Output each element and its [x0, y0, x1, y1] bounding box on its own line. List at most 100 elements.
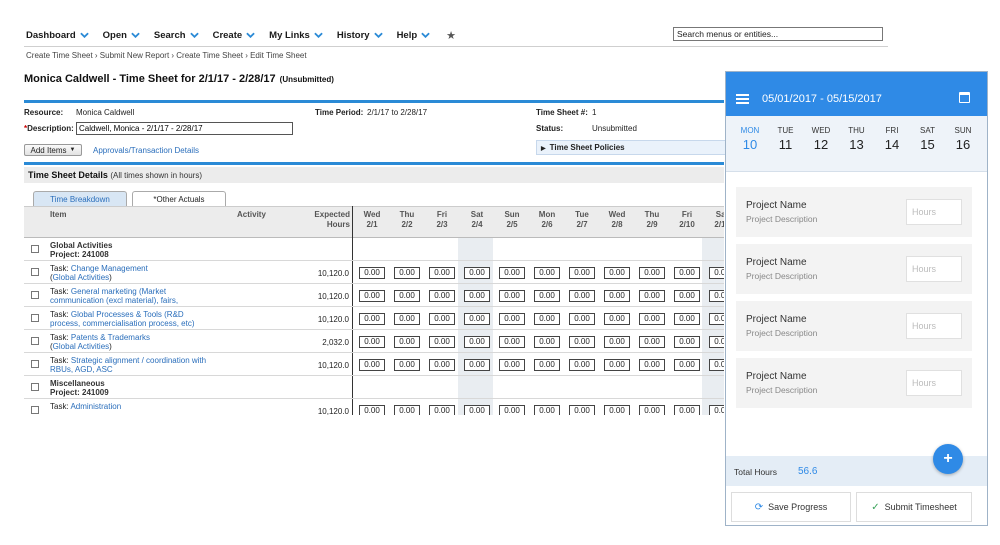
day-thu[interactable]: THU 13 — [840, 126, 874, 152]
favorite-star-icon[interactable]: ★ — [446, 29, 456, 42]
hours-input[interactable]: 0.00 — [359, 313, 385, 325]
row-checkbox[interactable] — [31, 314, 39, 322]
hours-input[interactable]: 0.00 — [359, 359, 385, 371]
hours-input[interactable]: 0.00 — [569, 313, 595, 325]
hours-input[interactable]: 0.00 — [639, 290, 665, 302]
hours-input[interactable]: 0.00 — [709, 313, 724, 325]
project-card[interactable]: Project Name Project Description Hours — [736, 244, 972, 294]
hours-input[interactable]: 0.00 — [429, 290, 455, 302]
hours-input[interactable]: 0.00 — [709, 359, 724, 371]
task-link[interactable]: Strategic alignment / coordination with … — [50, 356, 206, 374]
hours-field[interactable]: Hours — [906, 313, 962, 339]
row-checkbox[interactable] — [31, 406, 39, 414]
hours-input[interactable]: 0.00 — [499, 359, 525, 371]
row-checkbox[interactable] — [31, 337, 39, 345]
task-link[interactable]: General marketing (Market communication … — [50, 287, 178, 305]
hours-input[interactable]: 0.00 — [534, 290, 560, 302]
hours-input[interactable]: 0.00 — [534, 405, 560, 415]
hours-input[interactable]: 0.00 — [709, 290, 724, 302]
activity-link[interactable]: Global Activities — [53, 273, 109, 282]
hours-input[interactable]: 0.00 — [674, 290, 700, 302]
day-tue[interactable]: TUE 11 — [769, 126, 803, 152]
tab-time-breakdown[interactable]: Time Breakdown — [33, 191, 127, 206]
hours-input[interactable]: 0.00 — [429, 267, 455, 279]
hours-input[interactable]: 0.00 — [359, 290, 385, 302]
hours-input[interactable]: 0.00 — [674, 359, 700, 371]
row-checkbox[interactable] — [31, 291, 39, 299]
hours-input[interactable]: 0.00 — [569, 267, 595, 279]
hours-input[interactable]: 0.00 — [604, 267, 630, 279]
hours-input[interactable]: 0.00 — [394, 405, 420, 415]
hours-input[interactable]: 0.00 — [394, 290, 420, 302]
hours-input[interactable]: 0.00 — [499, 267, 525, 279]
hours-input[interactable]: 0.00 — [534, 359, 560, 371]
task-link[interactable]: Administration — [70, 402, 121, 411]
hours-input[interactable]: 0.00 — [534, 313, 560, 325]
nav-open[interactable]: Open — [103, 30, 140, 41]
hours-input[interactable]: 0.00 — [709, 267, 724, 279]
hours-input[interactable]: 0.00 — [359, 405, 385, 415]
hamburger-menu-icon[interactable] — [736, 94, 749, 104]
hours-input[interactable]: 0.00 — [604, 336, 630, 348]
hours-input[interactable]: 0.00 — [534, 267, 560, 279]
hours-input[interactable]: 0.00 — [359, 336, 385, 348]
hours-input[interactable]: 0.00 — [394, 359, 420, 371]
row-checkbox[interactable] — [31, 268, 39, 276]
time-sheet-policies-toggle[interactable]: ▶ Time Sheet Policies — [536, 140, 726, 155]
hours-input[interactable]: 0.00 — [429, 313, 455, 325]
hours-input[interactable]: 0.00 — [569, 336, 595, 348]
hours-input[interactable]: 0.00 — [429, 359, 455, 371]
hours-input[interactable]: 0.00 — [674, 313, 700, 325]
hours-input[interactable]: 0.00 — [499, 336, 525, 348]
add-entry-button[interactable]: + — [933, 444, 963, 474]
hours-input[interactable]: 0.00 — [569, 290, 595, 302]
hours-input[interactable]: 0.00 — [429, 405, 455, 415]
hours-field[interactable]: Hours — [906, 199, 962, 225]
hours-input[interactable]: 0.00 — [394, 336, 420, 348]
hours-input[interactable]: 0.00 — [709, 405, 724, 415]
calendar-icon[interactable] — [959, 92, 970, 103]
hours-input[interactable]: 0.00 — [534, 336, 560, 348]
nav-dashboard[interactable]: Dashboard — [26, 30, 89, 41]
task-link[interactable]: Global Processes & Tools (R&D process, c… — [50, 310, 195, 328]
project-card[interactable]: Project Name Project Description Hours — [736, 358, 972, 408]
hours-input[interactable]: 0.00 — [639, 267, 665, 279]
hours-input[interactable]: 0.00 — [464, 359, 490, 371]
approvals-link[interactable]: Approvals/Transaction Details — [93, 146, 199, 155]
hours-input[interactable]: 0.00 — [464, 290, 490, 302]
hours-input[interactable]: 0.00 — [674, 405, 700, 415]
hours-field[interactable]: Hours — [906, 256, 962, 282]
nav-create[interactable]: Create — [213, 30, 256, 41]
task-link[interactable]: Patents & Trademarks — [71, 333, 150, 342]
hours-input[interactable]: 0.00 — [674, 336, 700, 348]
nav-search[interactable]: Search — [154, 30, 199, 41]
hours-input[interactable]: 0.00 — [569, 359, 595, 371]
description-field[interactable] — [76, 122, 293, 135]
hours-input[interactable]: 0.00 — [604, 359, 630, 371]
day-sun[interactable]: SUN 16 — [946, 126, 980, 152]
hours-input[interactable]: 0.00 — [429, 336, 455, 348]
submit-timesheet-button[interactable]: ✓ Submit Timesheet — [856, 492, 972, 522]
add-items-button[interactable]: Add Items ▼ — [24, 144, 82, 156]
hours-input[interactable]: 0.00 — [394, 267, 420, 279]
hours-input[interactable]: 0.00 — [639, 359, 665, 371]
row-checkbox[interactable] — [31, 383, 39, 391]
day-mon[interactable]: MON 10 — [733, 126, 767, 152]
hours-input[interactable]: 0.00 — [709, 336, 724, 348]
hours-input[interactable]: 0.00 — [639, 405, 665, 415]
nav-help[interactable]: Help — [397, 30, 431, 41]
hours-input[interactable]: 0.00 — [639, 336, 665, 348]
tab-other-actuals[interactable]: *Other Actuals — [132, 191, 226, 206]
project-card[interactable]: Project Name Project Description Hours — [736, 301, 972, 351]
global-search-input[interactable] — [673, 27, 883, 41]
hours-input[interactable]: 0.00 — [499, 405, 525, 415]
task-link[interactable]: Change Management — [71, 264, 148, 273]
row-checkbox[interactable] — [31, 245, 39, 253]
hours-input[interactable]: 0.00 — [604, 290, 630, 302]
hours-field[interactable]: Hours — [906, 370, 962, 396]
save-progress-button[interactable]: ⟳ Save Progress — [731, 492, 851, 522]
hours-input[interactable]: 0.00 — [464, 336, 490, 348]
hours-input[interactable]: 0.00 — [394, 313, 420, 325]
hours-input[interactable]: 0.00 — [499, 290, 525, 302]
day-sat[interactable]: SAT 15 — [911, 126, 945, 152]
